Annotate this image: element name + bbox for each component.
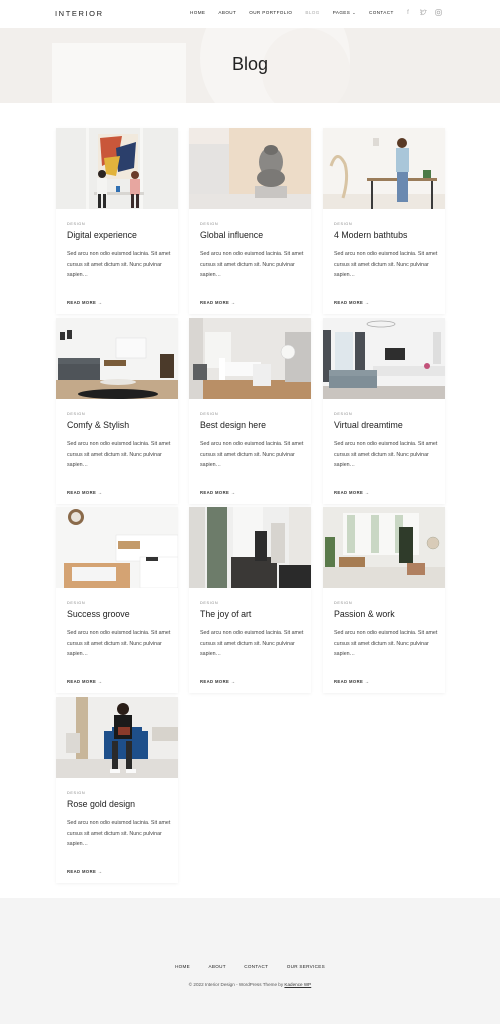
footer-nav-about[interactable]: ABOUT xyxy=(209,964,226,969)
post-category[interactable]: DESIGN xyxy=(200,601,300,605)
post-image[interactable] xyxy=(56,697,178,778)
footer-nav-home[interactable]: HOME xyxy=(175,964,190,969)
post-title[interactable]: Success groove xyxy=(67,609,167,619)
post-card: DESIGN The joy of art Sed arcu non odio … xyxy=(189,507,311,693)
post-title[interactable]: Global influence xyxy=(200,230,300,240)
post-excerpt: Sed arcu non odio euismod lacinia. Sit a… xyxy=(334,630,438,657)
read-more-link[interactable]: READ MORE → xyxy=(67,300,102,305)
post-image[interactable] xyxy=(323,318,445,399)
read-more-link[interactable]: READ MORE → xyxy=(67,490,102,495)
post-title[interactable]: Rose gold design xyxy=(67,799,167,809)
post-excerpt: Sed arcu non odio euismod lacinia. Sit a… xyxy=(200,630,304,657)
page-hero: Blog xyxy=(0,28,500,103)
nav-contact[interactable]: CONTACT xyxy=(369,10,394,15)
nav-about[interactable]: ABOUT xyxy=(218,10,236,15)
post-excerpt: Sed arcu non odio euismod lacinia. Sit a… xyxy=(334,441,438,468)
post-category[interactable]: DESIGN xyxy=(200,412,300,416)
post-image[interactable] xyxy=(189,128,311,209)
post-image[interactable] xyxy=(323,507,445,588)
instagram-icon[interactable] xyxy=(434,9,442,17)
post-category[interactable]: DESIGN xyxy=(334,412,434,416)
read-more-link[interactable]: READ MORE → xyxy=(200,300,235,305)
facebook-icon[interactable]: f xyxy=(404,9,412,17)
read-more-link[interactable]: READ MORE → xyxy=(67,869,102,874)
social-links: f xyxy=(404,9,442,17)
post-image[interactable] xyxy=(323,128,445,209)
post-category[interactable]: DESIGN xyxy=(67,791,167,795)
post-category[interactable]: DESIGN xyxy=(334,601,434,605)
nav-blog[interactable]: BLOG xyxy=(305,10,319,15)
nav-home[interactable]: HOME xyxy=(190,10,205,15)
post-card: DESIGN Virtual dreamtime Sed arcu non od… xyxy=(323,318,445,504)
post-title[interactable]: Comfy & Stylish xyxy=(67,420,167,430)
read-more-link[interactable]: READ MORE → xyxy=(334,490,369,495)
post-card: DESIGN Rose gold design Sed arcu non odi… xyxy=(56,697,178,883)
nav-our-portfolio[interactable]: OUR PORTFOLIO xyxy=(249,10,292,15)
post-excerpt: Sed arcu non odio euismod lacinia. Sit a… xyxy=(67,820,171,847)
site-footer: HOME ABOUT CONTACT OUR SERVICES xyxy=(0,898,500,1024)
post-image[interactable] xyxy=(56,507,178,588)
post-title[interactable]: Virtual dreamtime xyxy=(334,420,434,430)
post-image[interactable] xyxy=(56,318,178,399)
post-category[interactable]: DESIGN xyxy=(334,222,434,226)
post-excerpt: Sed arcu non odio euismod lacinia. Sit a… xyxy=(334,251,438,278)
post-excerpt: Sed arcu non odio euismod lacinia. Sit a… xyxy=(200,441,304,468)
footer-nav: HOME ABOUT CONTACT OUR SERVICES xyxy=(0,955,500,973)
post-category[interactable]: DESIGN xyxy=(200,222,300,226)
post-title[interactable]: The joy of art xyxy=(200,609,300,619)
copyright: © 2022 Interior Design - WordPress Theme… xyxy=(0,982,500,987)
post-category[interactable]: DESIGN xyxy=(67,601,167,605)
nav-pages-label: PAGES xyxy=(332,10,351,15)
post-card: DESIGN Passion & work Sed arcu non odio … xyxy=(323,507,445,693)
twitter-icon[interactable] xyxy=(419,9,427,17)
post-excerpt: Sed arcu non odio euismod lacinia. Sit a… xyxy=(200,251,304,278)
read-more-link[interactable]: READ MORE → xyxy=(200,490,235,495)
post-card: DESIGN Comfy & Stylish Sed arcu non odio… xyxy=(56,318,178,504)
copyright-text: © 2022 Interior Design - WordPress Theme… xyxy=(188,982,285,987)
site-logo[interactable]: INTERIOR xyxy=(55,9,104,18)
read-more-link[interactable]: READ MORE → xyxy=(67,679,102,684)
post-title[interactable]: Best design here xyxy=(200,420,300,430)
post-excerpt: Sed arcu non odio euismod lacinia. Sit a… xyxy=(67,441,171,468)
footer-nav-our-services[interactable]: OUR SERVICES xyxy=(287,964,325,969)
read-more-link[interactable]: READ MORE → xyxy=(334,300,369,305)
post-title[interactable]: Passion & work xyxy=(334,609,434,619)
post-image[interactable] xyxy=(189,507,311,588)
site-header: INTERIOR HOME ABOUT OUR PORTFOLIO BLOG P… xyxy=(0,0,500,28)
nav-pages[interactable]: PAGES ⌄ xyxy=(333,10,356,15)
post-title[interactable]: Digital experience xyxy=(67,230,167,240)
post-card: DESIGN Global influence Sed arcu non odi… xyxy=(189,128,311,314)
post-excerpt: Sed arcu non odio euismod lacinia. Sit a… xyxy=(67,630,171,657)
footer-nav-contact[interactable]: CONTACT xyxy=(244,964,268,969)
read-more-link[interactable]: READ MORE → xyxy=(334,679,369,684)
post-card: DESIGN Success groove Sed arcu non odio … xyxy=(56,507,178,693)
chevron-down-icon: ⌄ xyxy=(352,10,357,15)
post-excerpt: Sed arcu non odio euismod lacinia. Sit a… xyxy=(67,251,171,278)
post-card: DESIGN Best design here Sed arcu non odi… xyxy=(189,318,311,504)
page-title: Blog xyxy=(231,54,269,74)
post-category[interactable]: DESIGN xyxy=(67,412,167,416)
post-title[interactable]: 4 Modern bathtubs xyxy=(334,230,434,240)
main-nav: HOME ABOUT OUR PORTFOLIO BLOG PAGES ⌄ CON… xyxy=(190,10,407,15)
read-more-link[interactable]: READ MORE → xyxy=(200,679,235,684)
post-card: DESIGN Digital experience Sed arcu non o… xyxy=(56,128,178,314)
post-image[interactable] xyxy=(189,318,311,399)
post-category[interactable]: DESIGN xyxy=(67,222,167,226)
kadence-wp-link[interactable]: Kadence WP xyxy=(284,982,311,987)
post-card: DESIGN 4 Modern bathtubs Sed arcu non od… xyxy=(323,128,445,314)
post-image[interactable] xyxy=(56,128,178,209)
